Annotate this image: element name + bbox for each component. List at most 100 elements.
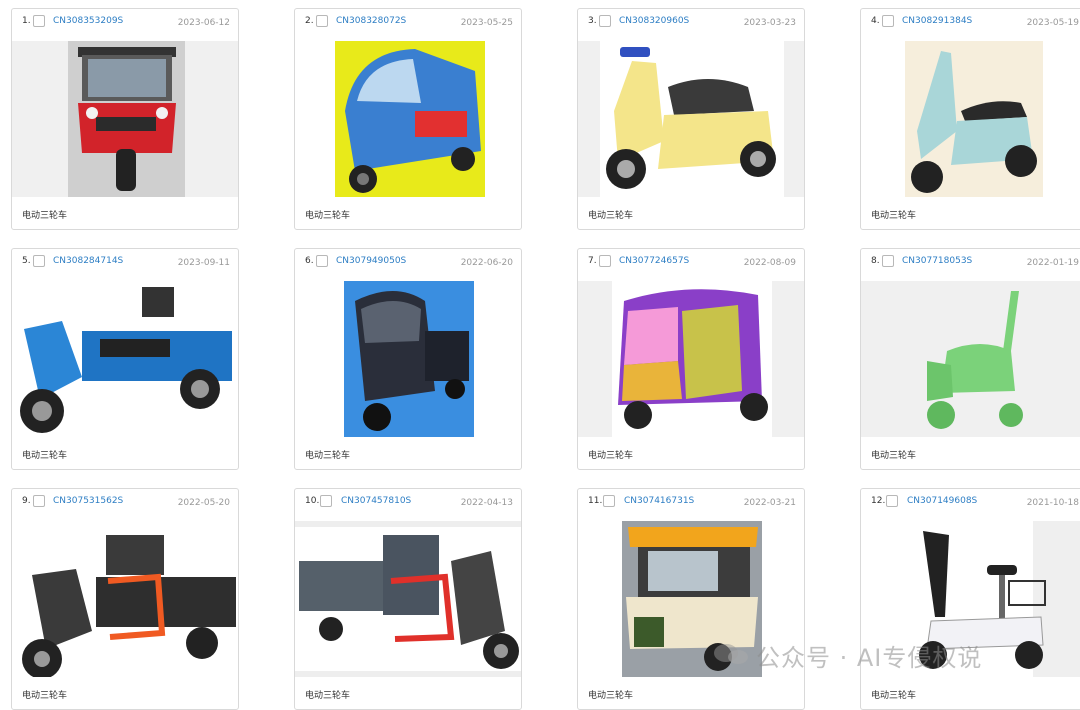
patent-number-link[interactable]: CN308284714S <box>53 256 123 266</box>
patent-card-7: 7. CN307724657S 2022-08-09 电动三轮车 <box>577 248 805 470</box>
patent-number-link[interactable]: CN307949050S <box>336 256 406 266</box>
product-name: 电动三轮车 <box>871 691 917 701</box>
select-checkbox[interactable] <box>316 255 328 267</box>
patent-card-11: 11. CN307416731S 2022-03-21 电动三轮车 <box>577 488 805 710</box>
product-name: 电动三轮车 <box>22 691 68 701</box>
select-checkbox[interactable] <box>603 495 615 507</box>
product-image[interactable] <box>295 41 521 197</box>
patent-number-link[interactable]: CN307531562S <box>53 496 123 506</box>
product-name: 电动三轮车 <box>305 211 351 221</box>
publication-date: 2023-05-19 <box>1026 18 1079 28</box>
card-header: 2. CN308328072S 2023-05-25 <box>295 9 521 41</box>
patent-number-link[interactable]: CN308353209S <box>53 16 123 26</box>
card-header: 1. CN308353209S 2023-06-12 <box>12 9 238 41</box>
product-image[interactable] <box>295 521 521 677</box>
select-checkbox[interactable] <box>599 15 611 27</box>
product-image[interactable] <box>12 281 238 437</box>
card-index: 5. <box>22 256 31 266</box>
patent-card-9: 9. CN307531562S 2022-05-20 电动三轮车 <box>11 488 239 710</box>
mint-scooter-tricycle-image <box>861 41 1080 197</box>
patent-number-link[interactable]: CN307718053S <box>902 256 972 266</box>
select-checkbox[interactable] <box>316 15 328 27</box>
select-checkbox[interactable] <box>33 495 45 507</box>
card-index: 10. <box>305 496 320 506</box>
multicolor-cabin-tricycle-image <box>578 281 804 437</box>
patent-number-link[interactable]: CN308328072S <box>336 16 406 26</box>
patent-number-link[interactable]: CN308320960S <box>619 16 689 26</box>
patent-number-link[interactable]: CN307724657S <box>619 256 689 266</box>
patent-number-link[interactable]: CN307149608S <box>907 496 977 506</box>
publication-date: 2023-06-12 <box>177 18 230 28</box>
patent-number-link[interactable]: CN307416731S <box>624 496 694 506</box>
product-image[interactable] <box>578 41 804 197</box>
card-header: 5. CN308284714S 2023-09-11 <box>12 249 238 281</box>
card-header: 7. CN307724657S 2022-08-09 <box>578 249 804 281</box>
select-checkbox[interactable] <box>882 15 894 27</box>
patent-card-8: 8. CN307718053S 2022-01-19 电动三轮车 <box>860 248 1080 470</box>
publication-date: 2023-09-11 <box>177 258 230 268</box>
product-image[interactable] <box>861 281 1080 437</box>
patent-card-4: 4. CN308291384S 2023-05-19 电动三轮车 <box>860 8 1080 230</box>
card-index: 2. <box>305 16 314 26</box>
product-image[interactable] <box>12 521 238 677</box>
blue-cargo-tricycle-image <box>12 281 238 437</box>
card-header: 9. CN307531562S 2022-05-20 <box>12 489 238 521</box>
watermark-text: 公众号 · AI专侵权说 <box>712 638 982 673</box>
red-cabin-tricycle-image <box>68 41 185 197</box>
product-name: 电动三轮车 <box>22 211 68 221</box>
product-name: 电动三轮车 <box>22 451 68 461</box>
card-index: 12. <box>871 496 886 506</box>
select-checkbox[interactable] <box>33 255 45 267</box>
card-header: 6. CN307949050S 2022-06-20 <box>295 249 521 281</box>
patent-card-6: 6. CN307949050S 2022-06-20 电动三轮车 <box>294 248 522 470</box>
product-name: 电动三轮车 <box>588 691 634 701</box>
publication-date: 2022-01-19 <box>1026 258 1079 268</box>
select-checkbox[interactable] <box>599 255 611 267</box>
card-index: 8. <box>871 256 880 266</box>
publication-date: 2022-06-20 <box>460 258 513 268</box>
card-index: 9. <box>22 496 31 506</box>
card-header: 10. CN307457810S 2022-04-13 <box>295 489 521 521</box>
patent-card-12: 12. CN307149608S 2021-10-18 电动三轮车 <box>860 488 1080 710</box>
select-checkbox[interactable] <box>882 255 894 267</box>
publication-date: 2022-03-21 <box>743 498 796 508</box>
card-header: 12. CN307149608S 2021-10-18 <box>861 489 1080 521</box>
card-header: 8. CN307718053S 2022-01-19 <box>861 249 1080 281</box>
wechat-logo-icon <box>714 644 748 664</box>
product-image[interactable] <box>12 41 238 197</box>
product-name: 电动三轮车 <box>588 451 634 461</box>
card-header: 11. CN307416731S 2022-03-21 <box>578 489 804 521</box>
blue-open-tricycle-image <box>295 41 521 197</box>
card-index: 3. <box>588 16 597 26</box>
select-checkbox[interactable] <box>320 495 332 507</box>
patent-number-link[interactable]: CN308291384S <box>902 16 972 26</box>
patent-number-link[interactable]: CN307457810S <box>341 496 411 506</box>
product-name: 电动三轮车 <box>871 211 917 221</box>
publication-date: 2023-03-23 <box>743 18 796 28</box>
card-index: 1. <box>22 16 31 26</box>
dark-cabin-tricycle-image <box>295 281 521 437</box>
yellow-scooter-tricycle-image <box>578 41 804 197</box>
card-index: 7. <box>588 256 597 266</box>
product-image[interactable] <box>861 41 1080 197</box>
product-name: 电动三轮车 <box>305 691 351 701</box>
publication-date: 2022-08-09 <box>743 258 796 268</box>
gray-cargo-tricycle-image <box>295 521 521 677</box>
card-header: 4. CN308291384S 2023-05-19 <box>861 9 1080 41</box>
card-index: 4. <box>871 16 880 26</box>
product-image[interactable] <box>578 281 804 437</box>
product-name: 电动三轮车 <box>305 451 351 461</box>
orange-frame-cargo-tricycle-image <box>12 521 238 677</box>
publication-date: 2022-05-20 <box>177 498 230 508</box>
product-name: 电动三轮车 <box>871 451 917 461</box>
patent-card-1: 1. CN308353209S 2023-06-12 电动三轮车 <box>11 8 239 230</box>
select-checkbox[interactable] <box>33 15 45 27</box>
patent-card-2: 2. CN308328072S 2023-05-25 电动三轮车 <box>294 8 522 230</box>
product-image[interactable] <box>295 281 521 437</box>
card-index: 11. <box>588 496 603 506</box>
patent-card-5: 5. CN308284714S 2023-09-11 电动三轮车 <box>11 248 239 470</box>
patent-card-3: 3. CN308320960S 2023-03-23 电动三轮车 <box>577 8 805 230</box>
select-checkbox[interactable] <box>886 495 898 507</box>
product-name: 电动三轮车 <box>588 211 634 221</box>
card-index: 6. <box>305 256 314 266</box>
